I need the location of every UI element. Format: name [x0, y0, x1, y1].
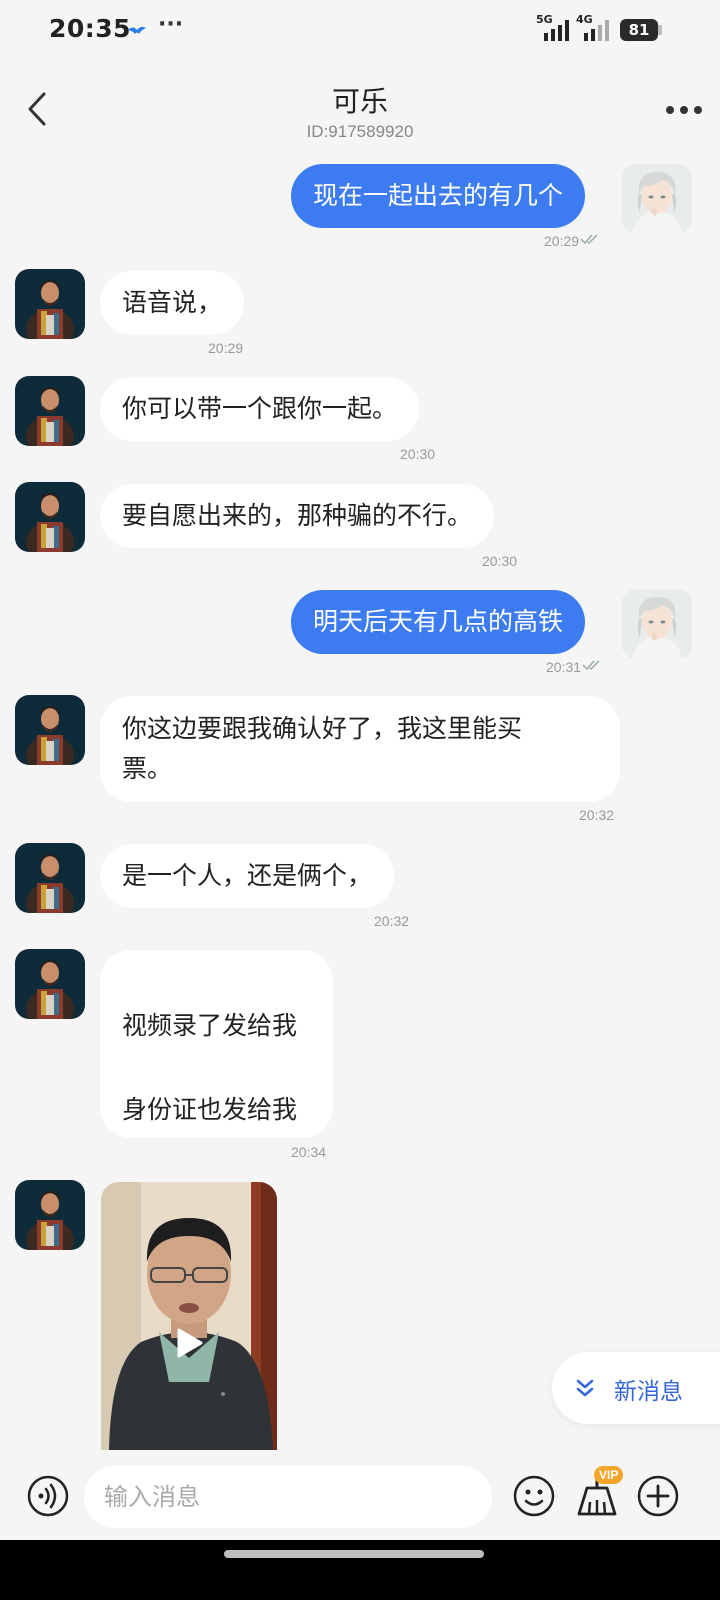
status-bar: 20:35 ··· 5G 4G 81 [0, 0, 720, 62]
message-time: 20:30 [482, 553, 518, 569]
message-bubble[interactable]: 你可以带一个跟你一起。 [100, 377, 420, 441]
more-icon[interactable] [664, 100, 704, 120]
contact-name: 可乐 [331, 85, 388, 118]
message-time: 20:34 [291, 1144, 327, 1160]
contact-avatar[interactable] [15, 482, 85, 552]
my-avatar[interactable] [622, 589, 692, 659]
video-thumbnail-image [101, 1182, 277, 1450]
message-bubble[interactable]: 视频录了发给我 身份证也发给我 [100, 950, 333, 1138]
contact-avatar[interactable] [15, 949, 85, 1019]
emoji-icon[interactable] [512, 1474, 556, 1518]
double-check-icon [582, 659, 604, 671]
message-time: 20:29 [544, 233, 580, 249]
plus-icon[interactable] [636, 1474, 680, 1518]
contact-id: ID:917589920 [306, 122, 414, 141]
video-message[interactable] [101, 1182, 277, 1450]
my-avatar[interactable] [622, 164, 692, 234]
message-bubble[interactable]: 要自愿出来的，那种骗的不行。 [100, 484, 495, 548]
new-messages-button[interactable]: 新消息 [552, 1352, 720, 1424]
message-time: 20:30 [400, 446, 436, 462]
input-bar: VIP [0, 1450, 720, 1546]
message-input[interactable] [84, 1466, 492, 1528]
message-bubble[interactable]: 是一个人，还是俩个， [100, 844, 395, 908]
play-icon[interactable] [175, 1328, 203, 1358]
message-bubble[interactable]: 你这边要跟我确认好了，我这里能买 票。 [100, 696, 620, 802]
message-time: 20:32 [579, 807, 615, 823]
contact-avatar[interactable] [15, 1180, 85, 1250]
home-indicator[interactable] [224, 1550, 484, 1558]
message-time: 20:31 [546, 659, 582, 675]
chat-header: 可乐 ID:917589920 [0, 62, 720, 152]
contact-avatar[interactable] [15, 843, 85, 913]
status-time: 20:35 [49, 14, 132, 43]
battery-indicator: 81 [620, 19, 658, 41]
chevron-double-down-icon [576, 1379, 594, 1397]
notification-bird-icon [128, 26, 146, 34]
message-bubble[interactable]: 明天后天有几点的高铁 [291, 590, 586, 654]
system-nav-bar [0, 1540, 720, 1600]
vip-badge: VIP [594, 1466, 624, 1484]
contact-avatar[interactable] [15, 269, 85, 339]
message-time: 20:29 [208, 340, 244, 356]
voice-icon[interactable] [26, 1474, 70, 1518]
new-messages-label: 新消息 [614, 1379, 683, 1405]
contact-avatar[interactable] [15, 376, 85, 446]
contact-avatar[interactable] [15, 695, 85, 765]
message-bubble[interactable]: 现在一起出去的有几个 [291, 164, 586, 228]
message-time: 20:32 [374, 913, 410, 929]
message-bubble[interactable]: 语音说， [100, 271, 245, 335]
double-check-icon [580, 233, 602, 245]
status-more-dots: ··· [158, 12, 184, 37]
battery-tip [658, 25, 662, 35]
